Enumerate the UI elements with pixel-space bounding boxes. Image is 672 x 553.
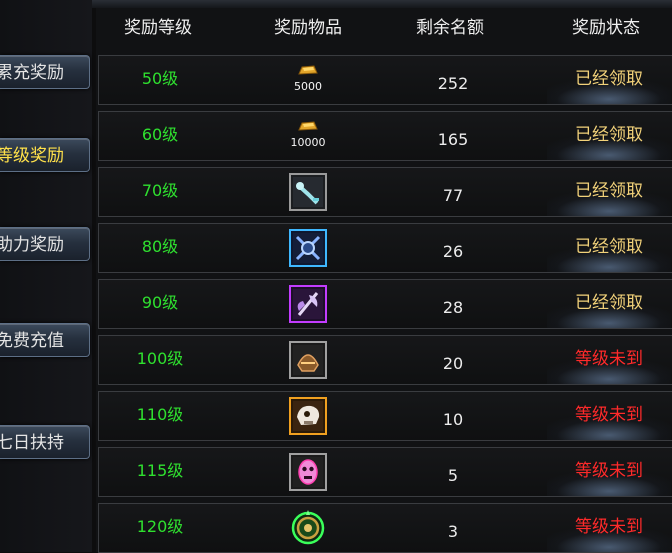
sidebar-item-level-reward[interactable]: 等级奖励 <box>0 138 90 172</box>
reward-status-button[interactable]: 已经领取 <box>547 56 671 104</box>
sidebar: 累充奖励 等级奖励 助力奖励 免费充值 七日扶持 <box>0 0 92 552</box>
sidebar-item-seven-day-support[interactable]: 七日扶持 <box>0 425 90 459</box>
reward-level: 50级 <box>141 69 179 88</box>
table-row: 120级 3 等级未到 <box>98 503 672 553</box>
remaining-count: 28 <box>442 298 464 317</box>
sidebar-item-cumulative-recharge[interactable]: 累充奖励 <box>0 55 90 89</box>
sidebar-item-assist-reward[interactable]: 助力奖励 <box>0 227 90 261</box>
green-ring-icon[interactable] <box>289 509 327 547</box>
table-row: 115级 5 等级未到 <box>98 447 672 497</box>
table-header: 奖励等级 奖励物品 剩余名额 奖励状态 <box>96 8 672 50</box>
header-remaining-slots: 剩余名额 <box>416 18 484 38</box>
reward-level: 80级 <box>141 237 179 256</box>
table-row: 80级 26 已经领取 <box>98 223 672 273</box>
table-row: 110级 10 等级未到 <box>98 391 672 441</box>
header-reward-item: 奖励物品 <box>274 18 342 38</box>
reward-level: 90级 <box>141 293 179 312</box>
reward-status-button[interactable]: 等级未到 <box>547 504 671 552</box>
sidebar-item-free-recharge[interactable]: 免费充值 <box>0 323 90 357</box>
reward-status-button[interactable]: 已经领取 <box>547 280 671 328</box>
key-icon[interactable] <box>289 173 327 211</box>
mask-icon[interactable] <box>289 453 327 491</box>
reward-level: 110级 <box>136 405 184 424</box>
header-reward-level: 奖励等级 <box>124 18 192 38</box>
gold-ingot-icon[interactable]: 10000 <box>284 118 332 158</box>
reward-status-button[interactable]: 等级未到 <box>547 336 671 384</box>
sidebar-item-label: 累充奖励 <box>0 63 64 83</box>
sidebar-item-label: 七日扶持 <box>0 433 64 453</box>
table-row: 90级 28 已经领取 <box>98 279 672 329</box>
remaining-count: 77 <box>442 186 464 205</box>
item-amount: 10000 <box>290 136 326 149</box>
remaining-count: 26 <box>442 242 464 261</box>
reward-table: 奖励等级 奖励物品 剩余名额 奖励状态 50级 5000 252 已经领取 60… <box>96 8 672 553</box>
purple-axe-icon[interactable] <box>289 285 327 323</box>
reward-status-button[interactable]: 等级未到 <box>547 392 671 440</box>
top-frame-border <box>0 0 672 8</box>
reward-status-button[interactable]: 已经领取 <box>547 224 671 272</box>
remaining-count: 3 <box>447 522 459 541</box>
remaining-count: 252 <box>437 74 469 93</box>
table-row: 100级 20 等级未到 <box>98 335 672 385</box>
reward-level: 115级 <box>136 461 184 480</box>
sidebar-item-label: 等级奖励 <box>0 146 64 166</box>
table-row: 60级 10000 165 已经领取 <box>98 111 672 161</box>
header-reward-status: 奖励状态 <box>572 18 640 38</box>
reward-status-button[interactable]: 已经领取 <box>547 112 671 160</box>
reward-level: 60级 <box>141 125 179 144</box>
remaining-count: 10 <box>442 410 464 429</box>
reward-level: 70级 <box>141 181 179 200</box>
reward-level: 100级 <box>136 349 184 368</box>
table-row: 70级 77 已经领取 <box>98 167 672 217</box>
sidebar-item-label: 助力奖励 <box>0 235 64 255</box>
remaining-count: 5 <box>447 466 459 485</box>
gold-ingot-icon[interactable]: 5000 <box>284 62 332 102</box>
reward-level: 120级 <box>136 517 184 536</box>
skull-icon[interactable] <box>289 397 327 435</box>
reward-status-button[interactable]: 等级未到 <box>547 448 671 496</box>
remaining-count: 165 <box>437 130 469 149</box>
remaining-count: 20 <box>442 354 464 373</box>
bronze-helmet-icon[interactable] <box>289 341 327 379</box>
table-row: 50级 5000 252 已经领取 <box>98 55 672 105</box>
sidebar-item-label: 免费充值 <box>0 331 64 351</box>
reward-status-button[interactable]: 已经领取 <box>547 168 671 216</box>
item-amount: 5000 <box>294 80 322 93</box>
blue-armor-icon[interactable] <box>289 229 327 267</box>
